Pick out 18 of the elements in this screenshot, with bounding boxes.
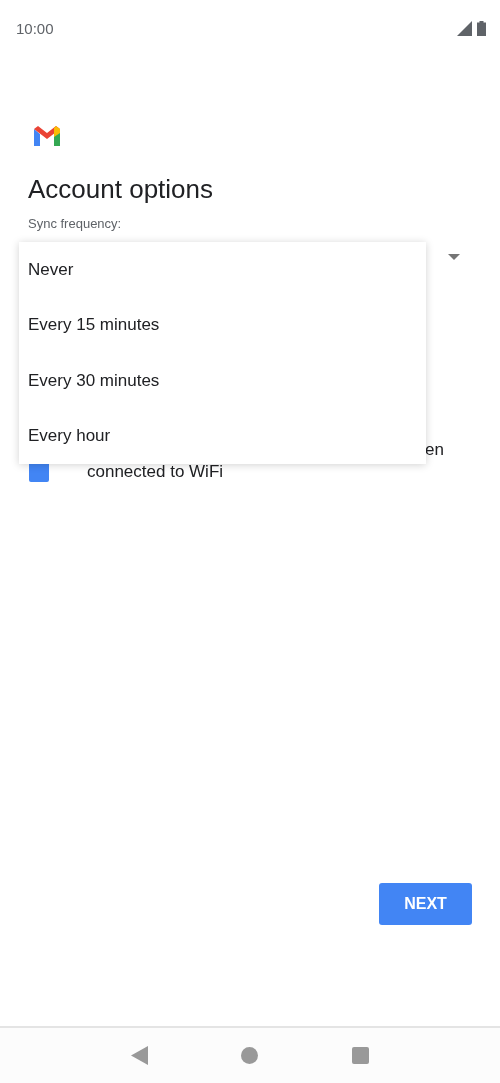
home-icon[interactable]: [241, 1047, 259, 1064]
menu-item[interactable]: Every 30 minutes: [19, 353, 426, 409]
recents-icon[interactable]: [352, 1047, 370, 1064]
option-text: connected to WiFi: [87, 461, 225, 483]
status-time: 10:00: [16, 19, 54, 37]
page-title: Account options: [28, 174, 214, 205]
battery-icon: [477, 20, 486, 36]
menu-item[interactable]: Never: [19, 242, 426, 298]
mail-logo-icon: [34, 126, 60, 146]
next-button[interactable]: NEXT: [379, 883, 472, 925]
back-icon[interactable]: [130, 1046, 148, 1065]
menu-item[interactable]: Every 15 minutes: [19, 297, 426, 353]
option-text: en: [425, 439, 444, 461]
wifi-checkbox[interactable]: [29, 462, 49, 482]
dropdown-caret-icon[interactable]: [448, 254, 460, 260]
menu-item[interactable]: Every hour: [19, 408, 426, 464]
signal-icon: [457, 20, 472, 36]
sync-frequency-label: Sync frequency:: [28, 216, 123, 231]
